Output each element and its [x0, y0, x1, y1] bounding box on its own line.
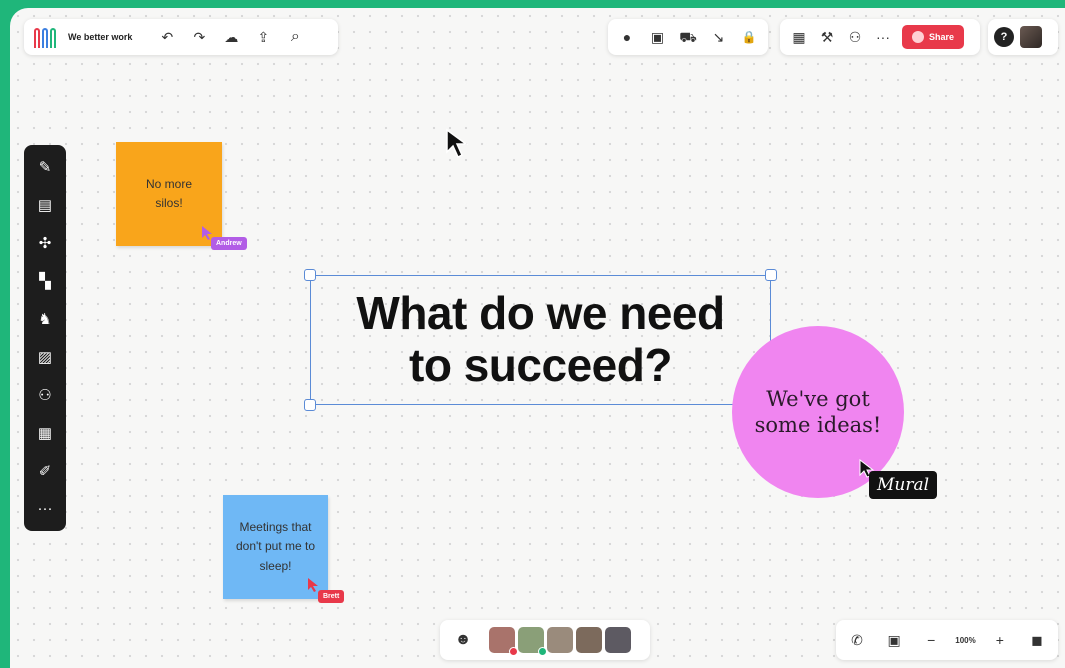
text-tool-icon[interactable]: ▤ [29, 189, 61, 221]
call-icon[interactable]: ✆ [844, 627, 870, 653]
shapes-tool-icon[interactable]: ✣ [29, 227, 61, 259]
collaborator-avatar[interactable] [605, 627, 631, 653]
circle-text-line-1: We've got [766, 387, 870, 411]
images-tool-icon[interactable]: ▨ [29, 341, 61, 373]
collaborator-avatar[interactable] [489, 627, 518, 656]
share-button-label: Share [929, 32, 955, 42]
resize-handle[interactable] [765, 269, 777, 281]
fit-screen-icon[interactable]: ◼ [1024, 627, 1050, 653]
help-icon[interactable]: ? [994, 27, 1014, 47]
zoom-bar: ✆ ▣ − 100% + ◼ [836, 620, 1058, 660]
status-dot [538, 647, 547, 656]
facilitation-toolbar: ● ▣ ⛟ ↘ 🔒 [608, 19, 768, 55]
headline-line-2: to succeed? [409, 339, 672, 391]
board-toolbar: We better work ↶ ↷ ☁ ⇪ ⌕ [24, 19, 338, 55]
headline-line-1: What do we need [356, 287, 725, 339]
present-icon[interactable]: ▣ [645, 24, 671, 50]
share-avatar-icon [912, 31, 924, 43]
share-toolbar: ▦ ⚒ ⚇ ··· Share [780, 19, 980, 55]
collaborator-avatar[interactable] [518, 627, 547, 656]
icons-tool-icon[interactable]: ♞ [29, 303, 61, 335]
timer-icon[interactable]: ● [614, 24, 640, 50]
templates-tool-icon[interactable]: ▚ [29, 265, 61, 297]
sticky-note-tool-icon[interactable]: ✎ [29, 151, 61, 183]
status-dot [509, 647, 518, 656]
pen-tool-icon[interactable]: ✐ [29, 455, 61, 487]
resize-handle[interactable] [304, 269, 316, 281]
user-avatar[interactable] [1020, 26, 1042, 48]
tools-sidebar: ✎ ▤ ✣ ▚ ♞ ▨ ⚇ ▦ ✐ ··· [24, 145, 66, 531]
resize-handle[interactable] [304, 399, 316, 411]
diagram-tool-icon[interactable]: ⚇ [29, 379, 61, 411]
lock-icon[interactable]: 🔒 [736, 24, 762, 50]
board-canvas[interactable]: We better work ↶ ↷ ☁ ⇪ ⌕ ● ▣ ⛟ ↘ 🔒 ▦ ⚒ ⚇… [10, 8, 1065, 668]
zoom-in-button[interactable]: + [987, 627, 1013, 653]
more-icon[interactable]: ··· [870, 24, 896, 50]
outline-icon[interactable]: ▦ [786, 24, 812, 50]
collaborator-avatar[interactable] [576, 627, 602, 653]
board-title[interactable]: We better work [68, 32, 132, 42]
redo-icon[interactable]: ↷ [186, 24, 212, 50]
sticky-note-text: No more silos! [145, 176, 192, 210]
headline-text[interactable]: What do we need to succeed? [310, 287, 771, 391]
cloud-icon[interactable]: ☁ [218, 24, 244, 50]
laser-pointer-icon[interactable]: ↘ [706, 24, 732, 50]
mural-logo-icon[interactable] [34, 26, 56, 48]
activity-icon[interactable]: ⚒ [814, 24, 840, 50]
zoom-level[interactable]: 100% [955, 636, 975, 645]
collaborator-cursor-label: Andrew [211, 237, 247, 250]
sticky-note-text: Meetings that don't put me to sleep! [235, 520, 315, 573]
collaborator-cursor-label: Brett [318, 590, 345, 603]
mural-cursor-label: Mural [869, 471, 938, 499]
voting-icon[interactable]: ⛟ [675, 24, 701, 50]
table-tool-icon[interactable]: ▦ [29, 417, 61, 449]
search-icon[interactable]: ⌕ [282, 24, 308, 50]
members-icon[interactable]: ⚇ [842, 24, 868, 50]
collaborator-avatar[interactable] [547, 627, 573, 653]
zoom-out-button[interactable]: − [918, 627, 944, 653]
collaborators-bar: ☻ [440, 620, 650, 660]
cursor-arrow-icon [446, 128, 469, 159]
export-icon[interactable]: ⇪ [250, 24, 276, 50]
undo-icon[interactable]: ↶ [154, 24, 180, 50]
chat-icon[interactable]: ▣ [881, 627, 907, 653]
user-toolbar: ? [988, 19, 1058, 55]
more-tools-icon[interactable]: ··· [29, 493, 61, 525]
circle-text-line-2: some ideas! [754, 413, 882, 437]
share-button[interactable]: Share [902, 25, 965, 49]
people-icon[interactable]: ☻ [450, 627, 476, 653]
